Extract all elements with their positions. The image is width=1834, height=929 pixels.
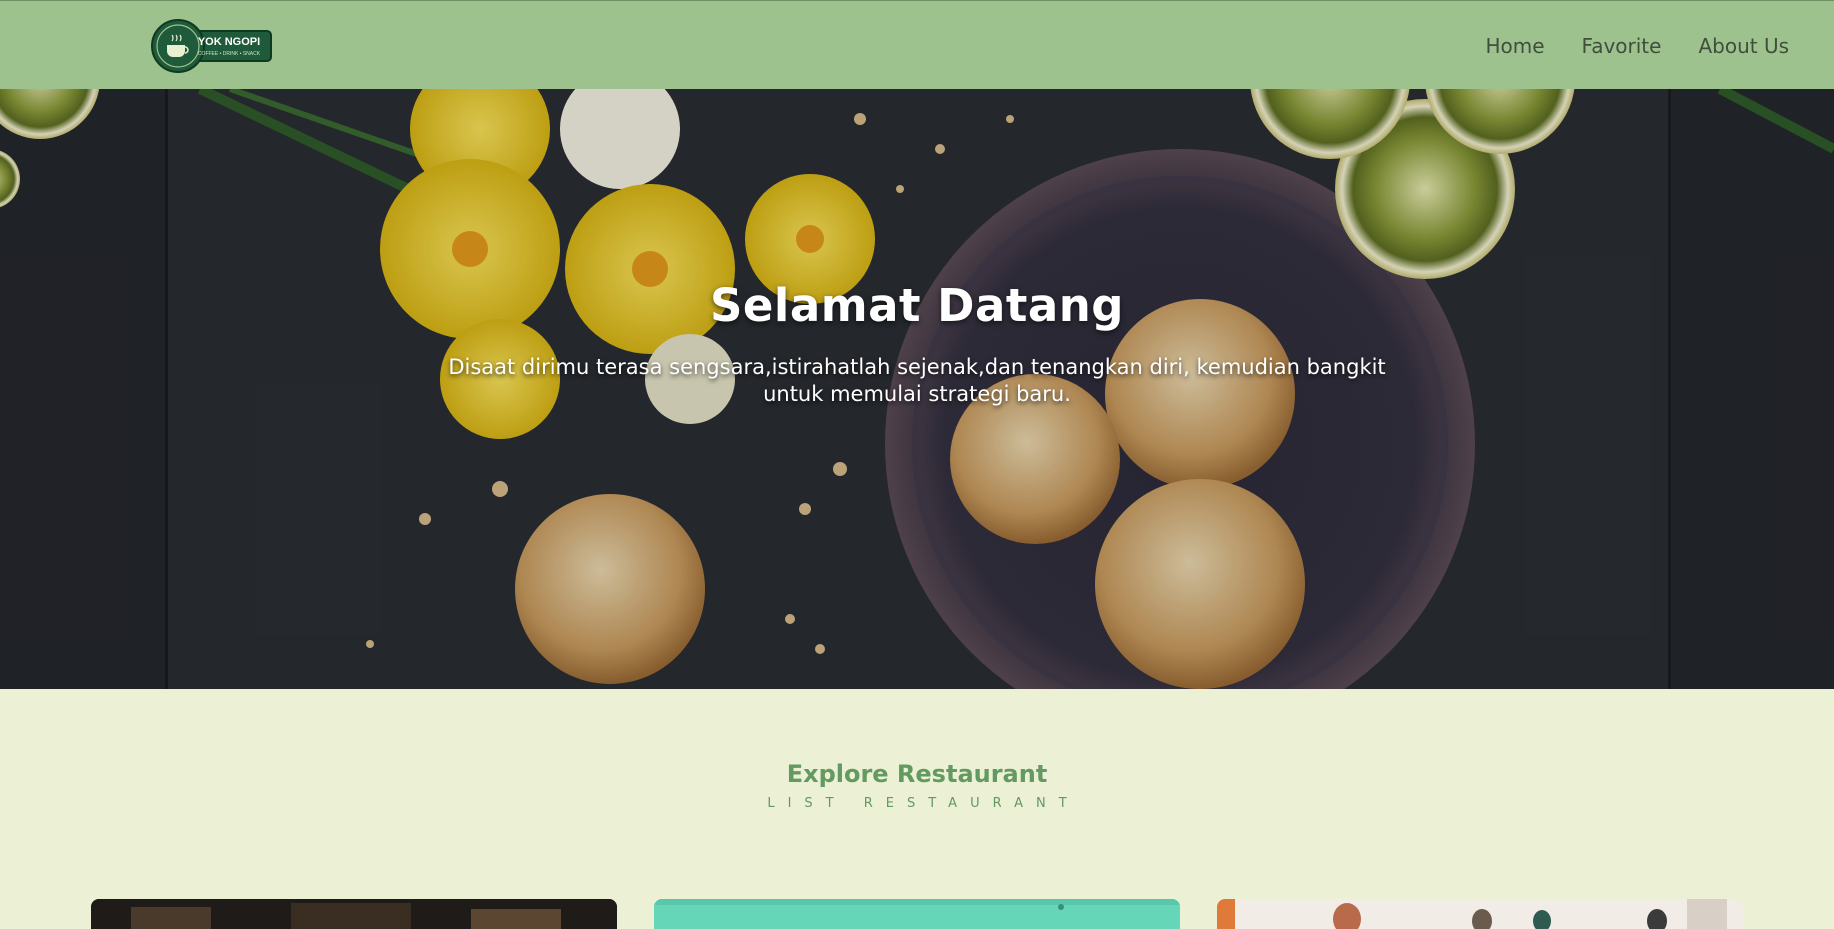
- logo[interactable]: YOK NGOPI COFFEE • DRINK • SNACK: [151, 19, 274, 74]
- hero: Selamat Datang Disaat dirimu terasa seng…: [0, 89, 1834, 689]
- navbar: YOK NGOPI COFFEE • DRINK • SNACK Home Fa…: [0, 0, 1834, 89]
- nav-favorite[interactable]: Favorite: [1582, 34, 1662, 58]
- explore-subtitle: LIST RESTAURANT: [767, 796, 1080, 811]
- nav-about-us[interactable]: About Us: [1698, 34, 1789, 58]
- explore-title: Explore Restaurant: [786, 760, 1048, 788]
- hero-subtitle: Disaat dirimu terasa sengsara,istirahatl…: [448, 355, 1386, 406]
- restaurant-card[interactable]: [91, 899, 617, 929]
- nav-home[interactable]: Home: [1485, 34, 1544, 58]
- logo-tagline: COFFEE • DRINK • SNACK: [198, 51, 261, 57]
- restaurant-card-image: [1217, 899, 1743, 929]
- nav-links: Home Favorite About Us: [1485, 1, 1834, 90]
- restaurant-card-image: [654, 899, 1180, 929]
- restaurant-card[interactable]: [654, 899, 1180, 929]
- logo-text: YOK NGOPI: [198, 36, 260, 48]
- restaurant-card-image: [91, 899, 617, 929]
- restaurant-card[interactable]: [1217, 899, 1743, 929]
- hero-title: Selamat Datang: [710, 279, 1124, 332]
- restaurant-list: [0, 899, 1834, 929]
- explore-section: Explore Restaurant LIST RESTAURANT: [0, 760, 1834, 811]
- hero-content: Selamat Datang Disaat dirimu terasa seng…: [0, 279, 1834, 408]
